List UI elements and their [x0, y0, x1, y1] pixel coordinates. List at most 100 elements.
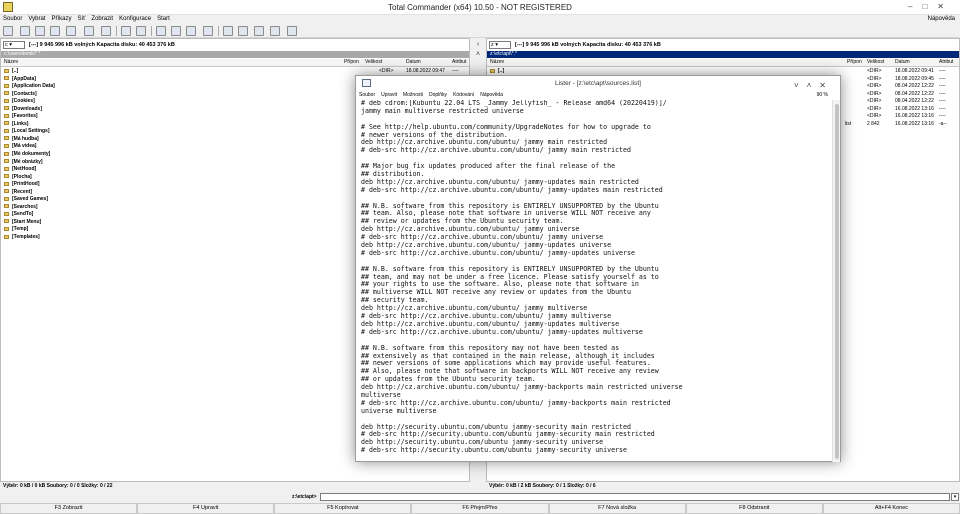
lister-menu-kodovani[interactable]: Kódování — [453, 92, 474, 98]
close-icon[interactable]: ✕ — [819, 81, 834, 90]
folder-icon[interactable] — [156, 26, 166, 36]
command-input[interactable] — [320, 493, 950, 501]
folder-icon — [4, 211, 9, 216]
menu-soubor[interactable]: Soubor — [0, 15, 25, 23]
lister-menu-napoveda[interactable]: Nápověda — [480, 92, 503, 98]
file-size: <DIR> — [867, 68, 882, 74]
col-name[interactable]: Název — [490, 59, 504, 66]
f4-edit-button[interactable]: F4 Upravit — [137, 503, 275, 514]
menu-start[interactable]: Start — [154, 15, 173, 23]
text-line: universe multiverse — [361, 406, 437, 415]
lister-app-icon — [362, 79, 371, 87]
settings-icon[interactable] — [270, 26, 280, 36]
col-date[interactable]: Datum — [895, 59, 910, 66]
file-name: [Start Menu] — [12, 218, 42, 225]
back-icon[interactable] — [121, 26, 131, 36]
right-path[interactable]: z:\etc\apt\*.* — [487, 51, 959, 58]
menu-vybrat[interactable]: Vybrat — [25, 15, 48, 23]
binoculars-icon[interactable] — [223, 26, 233, 36]
lister-menu-upravit[interactable]: Upravit — [381, 92, 397, 98]
sync-icon[interactable] — [238, 26, 248, 36]
file-name: [Links] — [12, 120, 29, 127]
left-column-header: Název Přípon Velikost Datum Atribut — [1, 59, 469, 67]
menu-sit[interactable]: Síť — [75, 15, 89, 23]
file-date: 18.08.2022 09:47 — [406, 68, 445, 74]
chevron-down-icon[interactable]: ˅ — [794, 81, 807, 90]
lister-menu-moznosti[interactable]: Možnosti — [403, 92, 423, 98]
window-controls[interactable]: –□✕ — [908, 2, 954, 11]
folder-copy-icon[interactable] — [171, 26, 181, 36]
tree-view-icon[interactable] — [35, 26, 45, 36]
col-size[interactable]: Velikost — [867, 59, 884, 66]
text-line: # deb-src http://security.ubuntu.com/ubu… — [361, 446, 627, 455]
col-ext[interactable]: Přípon — [344, 59, 359, 66]
f5-copy-button[interactable]: F5 Kopírovat — [274, 503, 412, 514]
folder-icon — [4, 166, 9, 171]
alt-f4-exit-button[interactable]: Alt+F4 Konec — [822, 503, 960, 514]
grid-view-icon[interactable] — [20, 26, 30, 36]
ftp-icon[interactable] — [101, 26, 111, 36]
window-title: Total Commander (x64) 10.50 - NOT REGIST… — [388, 3, 572, 12]
col-name[interactable]: Název — [4, 59, 18, 66]
lister-scrollbar[interactable] — [832, 100, 840, 462]
col-size[interactable]: Velikost — [365, 59, 382, 66]
menu-napoveda[interactable]: Nápověda — [925, 15, 958, 23]
col-attr[interactable]: Atribut — [452, 59, 466, 66]
folder-icon — [4, 76, 9, 81]
unpack-icon[interactable] — [84, 26, 94, 36]
multirename-icon[interactable] — [203, 26, 213, 36]
file-name: [Cookies] — [12, 98, 35, 105]
file-name: [NetHood] — [12, 166, 37, 173]
left-arrow-icon[interactable]: ‹ — [472, 40, 484, 49]
folder-move-icon[interactable] — [186, 26, 196, 36]
invert-selection-icon[interactable] — [50, 26, 60, 36]
pack-icon[interactable] — [66, 26, 76, 36]
f6-move-button[interactable]: F6 Přejm/Přes — [411, 503, 549, 514]
folder-icon — [4, 219, 9, 224]
text-line: # deb-src http://cz.archive.ubuntu.com/u… — [361, 185, 663, 194]
parent-folder-icon — [490, 68, 495, 73]
up-arrow-icon[interactable]: ˄ — [472, 50, 484, 59]
folder-icon — [4, 174, 9, 179]
lister-text-content[interactable]: # deb cdrom:[Kubuntu 22.04 LTS _Jammy Je… — [361, 100, 831, 460]
lister-window[interactable]: Lister - [z:\etc\apt\sources.list] ˅˄✕ S… — [355, 75, 841, 462]
col-ext[interactable]: Přípon — [847, 59, 862, 66]
lister-title-bar: Lister - [z:\etc\apt\sources.list] ˅˄✕ — [356, 76, 840, 91]
notepad-icon[interactable] — [287, 26, 297, 36]
folder-icon — [4, 128, 9, 133]
f7-new-folder-button[interactable]: F7 Nová složka — [548, 503, 686, 514]
file-size: 2 842 — [867, 120, 880, 127]
folder-icon — [4, 181, 9, 186]
minimize-icon[interactable]: – — [908, 2, 922, 11]
forward-icon[interactable] — [136, 26, 146, 36]
refresh-icon[interactable] — [3, 26, 13, 36]
file-name: [Searches] — [12, 203, 38, 210]
file-date: 16.08.2022 13:16 — [895, 105, 934, 112]
file-size: <DIR> — [867, 90, 882, 97]
file-attr: ---- — [939, 68, 946, 74]
file-date: 08.04.2022 12:22 — [895, 83, 934, 90]
f3-view-button[interactable]: F3 Zobrazit — [0, 503, 138, 514]
close-icon[interactable]: ✕ — [937, 2, 954, 11]
maximize-icon[interactable]: □ — [922, 2, 937, 11]
scrollbar-thumb[interactable] — [835, 104, 839, 459]
right-drive-select[interactable]: z ▾ — [489, 41, 511, 49]
folder-icon — [4, 136, 9, 141]
file-attr: ---- — [939, 113, 946, 120]
file-attr: ---- — [939, 90, 946, 97]
left-path[interactable]: c:\users\tomk\*.* — [1, 51, 469, 58]
chevron-up-icon[interactable]: ˄ — [807, 81, 820, 90]
chevron-down-icon[interactable]: ▾ — [951, 493, 959, 501]
file-name: [Plocha] — [12, 173, 32, 180]
col-attr[interactable]: Atribut — [939, 59, 953, 66]
menu-prikazy[interactable]: Příkazy — [48, 15, 74, 23]
compare-icon[interactable] — [254, 26, 264, 36]
lister-menu-doplnky[interactable]: Doplňky — [429, 92, 447, 98]
lister-menu-soubor[interactable]: Soubor — [359, 92, 375, 98]
f8-delete-button[interactable]: F8 Odstranit — [685, 503, 823, 514]
col-date[interactable]: Datum — [406, 59, 421, 66]
left-drive-select[interactable]: c ▾ — [3, 41, 25, 49]
menu-konfigurace[interactable]: Konfigurace — [116, 15, 154, 23]
menu-zobrazit[interactable]: Zobrazit — [88, 15, 116, 23]
file-attr: ---- — [939, 75, 946, 82]
